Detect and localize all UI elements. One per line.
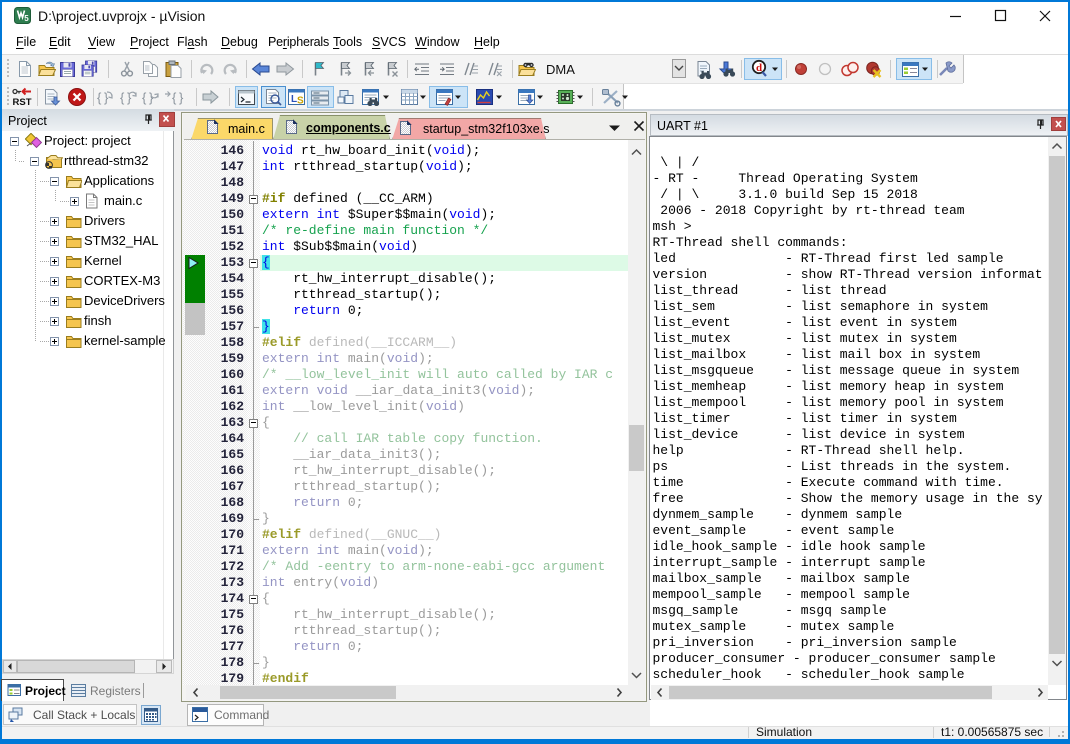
svg-text:RST: RST	[13, 97, 32, 107]
svg-text:S: S	[297, 96, 304, 107]
svg-text:5: 5	[24, 14, 29, 23]
svg-text:{ }: { }	[120, 90, 132, 105]
svg-text:{ }: { }	[172, 90, 184, 105]
svg-text:d: d	[756, 62, 762, 74]
